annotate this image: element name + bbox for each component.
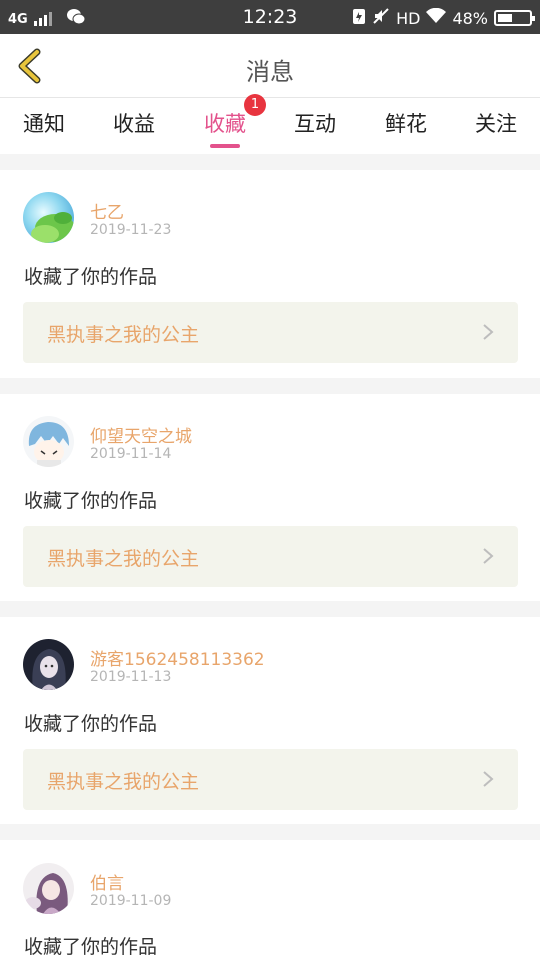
active-tab-indicator [210,144,240,148]
tab-bar: 通知 收益 收藏 1 互动 鲜花 关注 [0,94,540,154]
message-date: 2019-11-14 [90,446,172,462]
battery-level: 48% [452,8,488,28]
hd-label: HD [396,8,421,28]
tab-flowers[interactable]: 鲜花 [371,108,441,138]
message-card: 仰望天空之城 2019-11-14 收藏了你的作品 黑执事之我的公主 [0,394,540,601]
header: 消息 [0,34,540,98]
message-text: 收藏了你的作品 [24,266,158,288]
purple-anime-avatar-icon [23,863,74,914]
work-title: 黑执事之我的公主 [47,548,200,570]
work-title: 黑执事之我的公主 [47,324,200,346]
tab-following[interactable]: 关注 [461,108,531,138]
tab-favorites-label: 收藏 [204,112,246,136]
battery-saver-icon [352,7,366,29]
username[interactable]: 游客1562458113362 [90,645,265,670]
tab-notifications[interactable]: 通知 [9,108,79,138]
blue-hair-anime-avatar-icon [23,416,74,467]
page-title: 消息 [246,58,294,86]
message-text: 收藏了你的作品 [24,713,158,735]
message-date: 2019-11-23 [90,222,172,238]
work-title: 黑执事之我的公主 [47,771,200,793]
message-card: 七乙 2019-11-23 收藏了你的作品 黑执事之我的公主 [0,170,540,378]
avatar[interactable] [23,863,74,914]
work-link[interactable]: 黑执事之我的公主 [23,526,518,587]
message-text: 收藏了你的作品 [24,490,158,512]
message-text: 收藏了你的作品 [24,936,158,958]
work-link[interactable]: 黑执事之我的公主 [23,749,518,810]
username[interactable]: 仰望天空之城 [90,422,192,447]
message-date: 2019-11-13 [90,669,172,685]
chevron-right-icon [483,771,494,787]
message-card: 伯言 2019-11-09 收藏了你的作品 [0,840,540,960]
avatar[interactable] [23,416,74,467]
tab-earnings[interactable]: 收益 [99,108,169,138]
tab-interactions[interactable]: 互动 [280,108,350,138]
unread-badge: 1 [244,94,266,116]
avatar[interactable] [23,639,74,690]
username[interactable]: 伯言 [90,869,124,894]
message-card: 游客1562458113362 2019-11-13 收藏了你的作品 黑执事之我… [0,617,540,824]
dark-hair-girl-avatar-icon [23,639,74,690]
work-link[interactable]: 黑执事之我的公主 [23,302,518,363]
status-bar: 4G 12:23 HD 48% [0,0,540,34]
green-leaves-avatar-icon [23,192,74,243]
chevron-right-icon [483,548,494,564]
chevron-right-icon [483,324,494,340]
battery-icon [494,10,535,26]
username[interactable]: 七乙 [90,198,124,223]
mute-icon [372,7,390,29]
message-date: 2019-11-09 [90,893,172,909]
avatar[interactable] [23,192,74,243]
wifi-icon [426,7,447,28]
